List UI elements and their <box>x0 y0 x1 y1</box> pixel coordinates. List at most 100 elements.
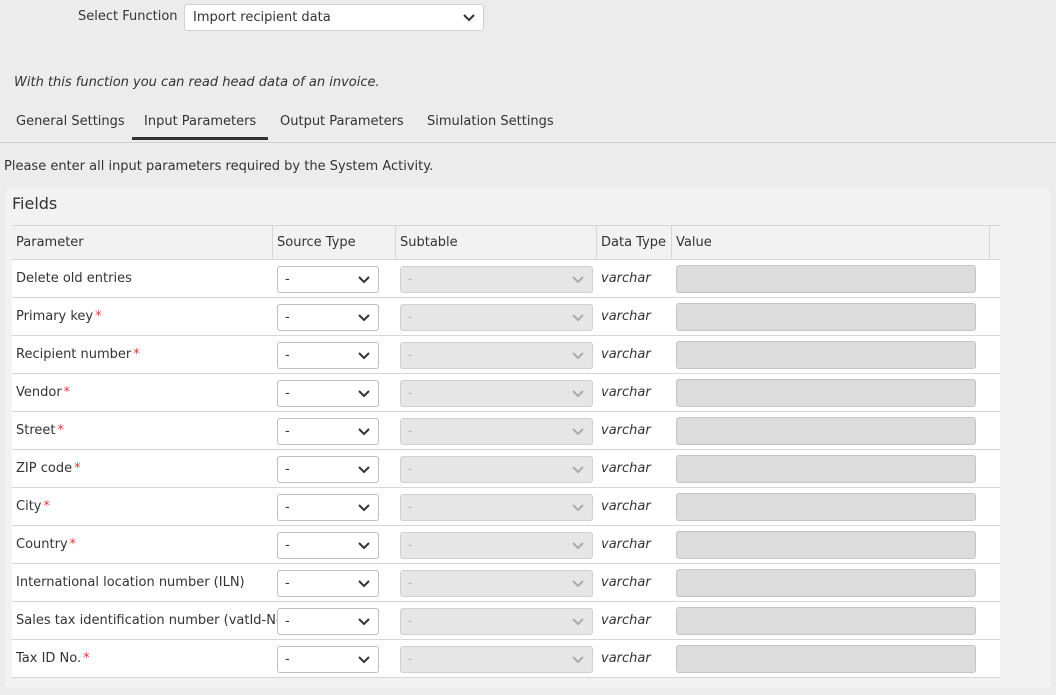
table-row: Delete old entries - - varchar <box>12 260 1000 298</box>
source-type-value: - <box>285 386 290 401</box>
value-input <box>676 493 976 521</box>
table-row: Tax ID No. * - - varchar <box>12 640 1000 678</box>
chevron-down-icon <box>572 313 584 322</box>
parameter-name: Street * <box>16 412 64 449</box>
parameter-label: City <box>16 499 42 514</box>
parameter-name: City * <box>16 488 50 525</box>
required-marker: * <box>133 347 140 362</box>
subtable-select: - <box>400 608 593 635</box>
parameter-label: Country <box>16 537 68 552</box>
tab-general-settings[interactable]: General Settings <box>16 114 125 139</box>
subtable-select: - <box>400 266 593 293</box>
subtable-select: - <box>400 418 593 445</box>
function-description: With this function you can read head dat… <box>14 75 380 90</box>
source-type-select[interactable]: - <box>277 570 379 597</box>
column-header-subtable: Subtable <box>396 226 597 260</box>
source-type-select[interactable]: - <box>277 456 379 483</box>
value-input <box>676 379 976 407</box>
subtable-value: - <box>408 310 413 325</box>
source-type-select[interactable]: - <box>277 266 379 293</box>
data-type: varchar <box>601 271 651 286</box>
source-type-select[interactable]: - <box>277 646 379 673</box>
source-type-value: - <box>285 500 290 515</box>
parameter-name: International location number (ILN) <box>16 564 245 601</box>
source-type-value: - <box>285 576 290 591</box>
parameter-label: Primary key <box>16 309 94 324</box>
column-header-value: Value <box>672 226 990 260</box>
subtable-select: - <box>400 304 593 331</box>
chevron-down-icon <box>358 617 370 626</box>
required-marker: * <box>95 309 102 324</box>
subtable-select: - <box>400 532 593 559</box>
chevron-down-icon <box>358 541 370 550</box>
function-select[interactable]: Import recipient data <box>184 4 484 31</box>
parameter-label: International location number (ILN) <box>16 575 245 590</box>
tab-simulation-settings[interactable]: Simulation Settings <box>427 114 554 139</box>
source-type-select[interactable]: - <box>277 608 379 635</box>
tab-output-parameters[interactable]: Output Parameters <box>280 114 404 139</box>
chevron-down-icon <box>572 465 584 474</box>
source-type-value: - <box>285 614 290 629</box>
chevron-down-icon <box>572 541 584 550</box>
parameter-label: Tax ID No. <box>16 651 82 666</box>
subtable-value: - <box>408 538 413 553</box>
source-type-value: - <box>285 348 290 363</box>
data-type: varchar <box>601 613 651 628</box>
data-type: varchar <box>601 575 651 590</box>
table-row: Primary key * - - varchar <box>12 298 1000 336</box>
source-type-select[interactable]: - <box>277 418 379 445</box>
source-type-value: - <box>285 462 290 477</box>
table-row: ZIP code * - - varchar <box>12 450 1000 488</box>
parameter-name: Tax ID No. * <box>16 640 90 677</box>
chevron-down-icon <box>358 313 370 322</box>
parameter-label: ZIP code <box>16 461 73 476</box>
tab-input-parameters[interactable]: Input Parameters <box>132 114 269 140</box>
source-type-value: - <box>285 652 290 667</box>
table-body: Delete old entries - - varchar Primary key * -… <box>12 260 1000 678</box>
table-header: Parameter Source Type Subtable Data Type… <box>12 225 1000 260</box>
function-select-value: Import recipient data <box>193 10 331 25</box>
parameter-name: ZIP code * <box>16 450 81 487</box>
source-type-select[interactable]: - <box>277 494 379 521</box>
value-input <box>676 531 976 559</box>
intro-text: Please enter all input parameters requir… <box>4 159 434 174</box>
table-row: Street * - - varchar <box>12 412 1000 450</box>
parameter-name: Delete old entries <box>16 260 132 297</box>
chevron-down-icon <box>463 13 475 22</box>
subtable-value: - <box>408 500 413 515</box>
subtable-select: - <box>400 646 593 673</box>
chevron-down-icon <box>572 503 584 512</box>
value-input <box>676 607 976 635</box>
chevron-down-icon <box>358 579 370 588</box>
parameter-name: Recipient number * <box>16 336 140 373</box>
source-type-select[interactable]: - <box>277 342 379 369</box>
data-type: varchar <box>601 423 651 438</box>
chevron-down-icon <box>572 655 584 664</box>
chevron-down-icon <box>358 503 370 512</box>
subtable-value: - <box>408 614 413 629</box>
subtable-select: - <box>400 342 593 369</box>
source-type-value: - <box>285 424 290 439</box>
parameter-label: Street <box>16 423 56 438</box>
source-type-select[interactable]: - <box>277 380 379 407</box>
table-row: International location number (ILN) - - var… <box>12 564 1000 602</box>
table-row: Sales tax identification number (vatId-N… <box>12 602 1000 640</box>
parameter-name: Primary key * <box>16 298 102 335</box>
chevron-down-icon <box>572 351 584 360</box>
required-marker: * <box>74 461 81 476</box>
data-type: varchar <box>601 499 651 514</box>
subtable-select: - <box>400 570 593 597</box>
chevron-down-icon <box>572 427 584 436</box>
required-marker: * <box>63 385 71 400</box>
function-selector-label: Select Function <box>78 9 178 24</box>
tab-bar: General Settings Input Parameters Output… <box>0 104 1056 143</box>
chevron-down-icon <box>358 427 370 436</box>
function-selector-row: Select Function Import recipient data <box>0 4 1056 31</box>
parameter-name: Sales tax identification number (vatId-N… <box>16 602 298 639</box>
table-row: Country * - - varchar <box>12 526 1000 564</box>
required-marker: * <box>83 651 90 666</box>
source-type-select[interactable]: - <box>277 532 379 559</box>
source-type-select[interactable]: - <box>277 304 379 331</box>
column-header-data-type: Data Type <box>597 226 672 260</box>
fields-panel: Fields Parameter Source Type Subtable Da… <box>6 188 1050 688</box>
